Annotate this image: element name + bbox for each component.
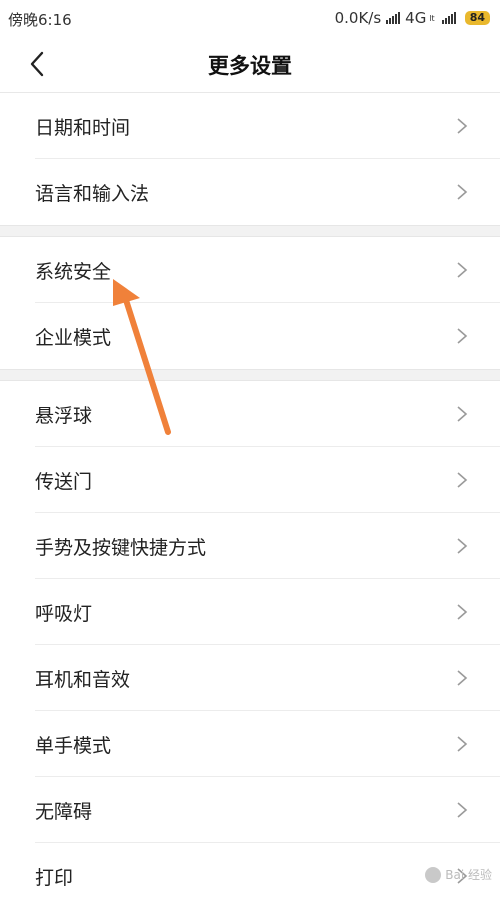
status-bar: 傍晚6:16 0.0K/s 4G lt 84 — [0, 0, 500, 36]
settings-item[interactable]: 语言和输入法 — [0, 159, 500, 225]
settings-item-label: 系统安全 — [35, 261, 112, 283]
page-title: 更多设置 — [208, 54, 292, 78]
network-sub: lt — [429, 13, 435, 23]
settings-list: 日期和时间语言和输入法 系统安全企业模式悬浮球传送门手势及按键快捷方式 呼吸灯耳机和… — [0, 93, 500, 909]
settings-item-label: 悬浮球 — [35, 405, 93, 427]
chevron-right-icon — [457, 262, 468, 278]
settings-item[interactable]: 传送门 — [0, 447, 500, 513]
chevron-right-icon — [457, 538, 468, 554]
network-type: 4G — [405, 9, 427, 27]
chevron-right-icon — [457, 472, 468, 488]
watermark: Bai 经验 — [425, 866, 492, 883]
baidu-paw-icon — [425, 866, 442, 883]
chevron-right-icon — [457, 406, 468, 422]
chevron-right-icon — [457, 184, 468, 200]
battery-icon: 84 — [464, 11, 490, 25]
settings-item-label: 手势及按键快捷方式 — [35, 537, 207, 559]
status-time: 傍晚6:16 — [8, 11, 72, 29]
settings-item-label: 无障碍 — [35, 801, 93, 823]
settings-item-label: 传送门 — [35, 471, 93, 493]
settings-item-label: 单手模式 — [35, 735, 112, 757]
net-speed: 0.0K/s — [334, 9, 382, 27]
settings-item[interactable]: 手势及按键快捷方式 — [0, 513, 500, 579]
settings-item[interactable]: 悬浮球 — [0, 381, 500, 447]
settings-item-label: 语言和输入法 — [35, 183, 150, 205]
group-separator — [0, 225, 500, 237]
chevron-right-icon — [457, 670, 468, 686]
app-bar: 更多设置 — [0, 36, 500, 92]
chevron-right-icon — [457, 118, 468, 134]
settings-item[interactable]: 企业模式 — [0, 303, 500, 369]
chevron-right-icon — [457, 604, 468, 620]
chevron-right-icon — [457, 328, 468, 344]
settings-item[interactable]: 呼吸灯 — [0, 579, 500, 645]
chevron-right-icon — [457, 802, 468, 818]
signal-icon-2 — [441, 12, 456, 24]
group-separator — [0, 369, 500, 381]
settings-item-label: 呼吸灯 — [35, 603, 93, 625]
settings-item-label: 企业模式 — [35, 327, 112, 349]
settings-item-label: 耳机和音效 — [35, 669, 131, 691]
settings-item[interactable]: 系统安全 — [0, 237, 500, 303]
settings-item[interactable]: 耳机和音效 — [0, 645, 500, 711]
signal-icon — [386, 12, 401, 24]
settings-item[interactable]: 日期和时间 — [0, 93, 500, 159]
settings-item-label: 日期和时间 — [35, 117, 131, 139]
settings-item[interactable]: 单手模式 — [0, 711, 500, 777]
settings-item[interactable]: 无障碍 — [0, 777, 500, 843]
status-right: 0.0K/s 4G lt 84 — [335, 9, 490, 27]
settings-item-label: 打印 — [35, 867, 74, 889]
chevron-right-icon — [457, 736, 468, 752]
watermark-text: Bai 经验 — [445, 868, 492, 882]
